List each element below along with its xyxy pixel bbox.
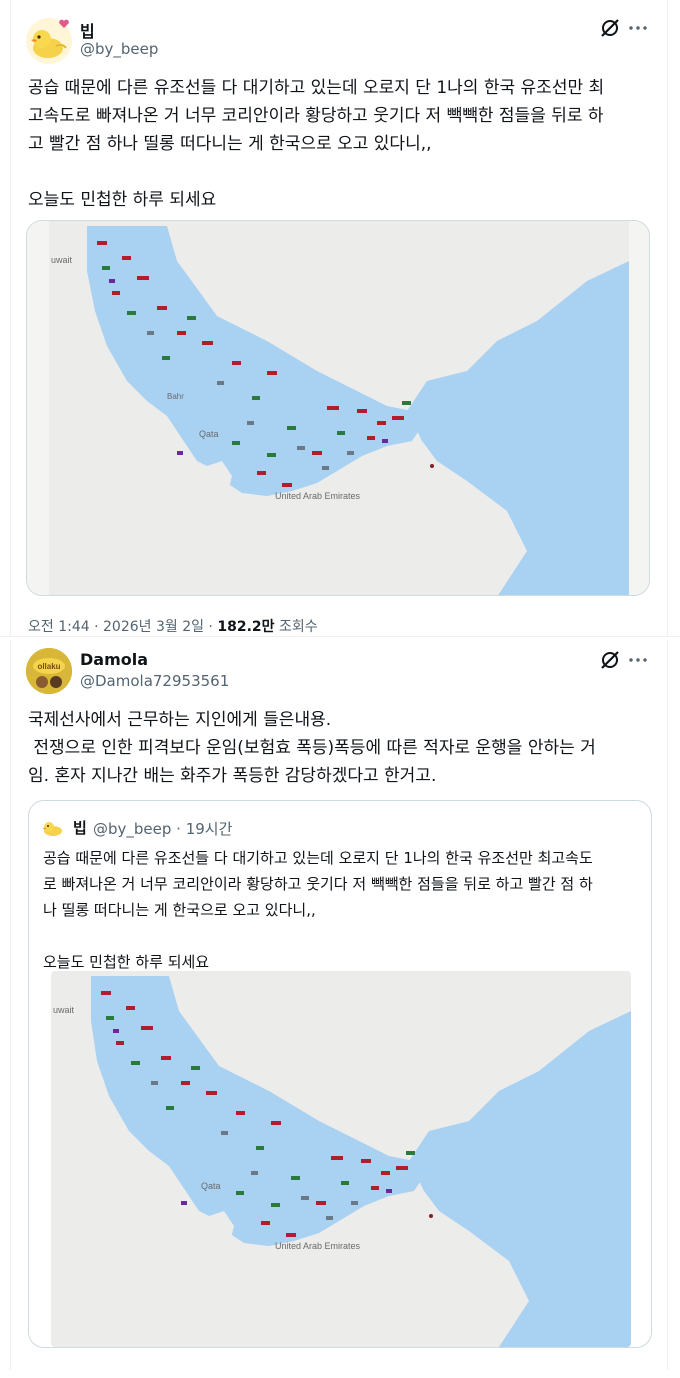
- map-label-uae: United Arab Emirates: [275, 491, 361, 501]
- map-label-kuwait: uwait: [51, 255, 73, 265]
- card-border-right: [667, 640, 668, 1370]
- map-label-uae: United Arab Emirates: [275, 1241, 361, 1251]
- more-options-icon[interactable]: [626, 16, 650, 40]
- heart-icon: [59, 19, 69, 28]
- quoted-post-body: 공습 때문에 다른 유조선들 다 대기하고 있는데 오로지 단 1나의 한국 유…: [43, 849, 593, 971]
- map-label-kuwait: uwait: [53, 1005, 75, 1015]
- quoted-author-handle: @by_beep · 19시간: [93, 820, 233, 838]
- avatar-image-icon: ollaku: [26, 648, 72, 694]
- card-border-left: [10, 0, 11, 640]
- grok-icon[interactable]: [598, 648, 622, 672]
- author-name[interactable]: Damola: [80, 650, 148, 669]
- card-border-right: [667, 0, 668, 640]
- post-card-1: 빕 @by_beep 공습 때문에 다른 유조선들 다 대기하고 있는데 오로지…: [0, 0, 680, 640]
- view-count-label: 조회수: [274, 619, 318, 635]
- grok-icon[interactable]: [598, 16, 622, 40]
- map-image[interactable]: uwait Bahr Qata United Arab Emirates: [26, 220, 650, 596]
- post-body: 공습 때문에 다른 유조선들 다 대기하고 있는데 오로지 단 1나의 한국 유…: [28, 78, 605, 210]
- svg-text:ollaku: ollaku: [37, 662, 60, 671]
- quoted-map-image[interactable]: uwait Qata United Arab Emirates: [51, 971, 631, 1347]
- map-label-bahrain: Bahr: [167, 392, 184, 401]
- quote-avatar-icon: [43, 822, 62, 836]
- gulf-map: uwait Qata United Arab Emirates: [51, 971, 631, 1347]
- map-label-qatar: Qata: [201, 1181, 221, 1191]
- view-count: 182.2만: [217, 619, 275, 635]
- post-timestamp[interactable]: 오전 1:44 · 2026년 3월 2일 ·: [28, 619, 217, 635]
- author-handle[interactable]: @Damola72953561: [80, 672, 229, 690]
- map-label-qatar: Qata: [199, 429, 219, 439]
- avatar[interactable]: ollaku: [26, 648, 72, 694]
- quoted-post[interactable]: 빕 @by_beep · 19시간 공습 때문에 다른 유조선들 다 대기하고 …: [28, 800, 652, 1348]
- gulf-map: uwait Bahr Qata United Arab Emirates: [27, 221, 649, 595]
- more-options-icon[interactable]: [626, 648, 650, 672]
- post-body: 국제선사에서 근무하는 지인에게 들은내용. 전쟁으로 인한 피격보다 운임(보…: [28, 710, 596, 786]
- post-meta: 오전 1:44 · 2026년 3월 2일 · 182.2만 조회수: [28, 616, 318, 636]
- author-name[interactable]: 빕: [80, 18, 95, 42]
- quoted-author-name: 빕: [73, 819, 87, 837]
- author-handle[interactable]: @by_beep: [80, 40, 158, 58]
- card-border-left: [10, 640, 11, 1370]
